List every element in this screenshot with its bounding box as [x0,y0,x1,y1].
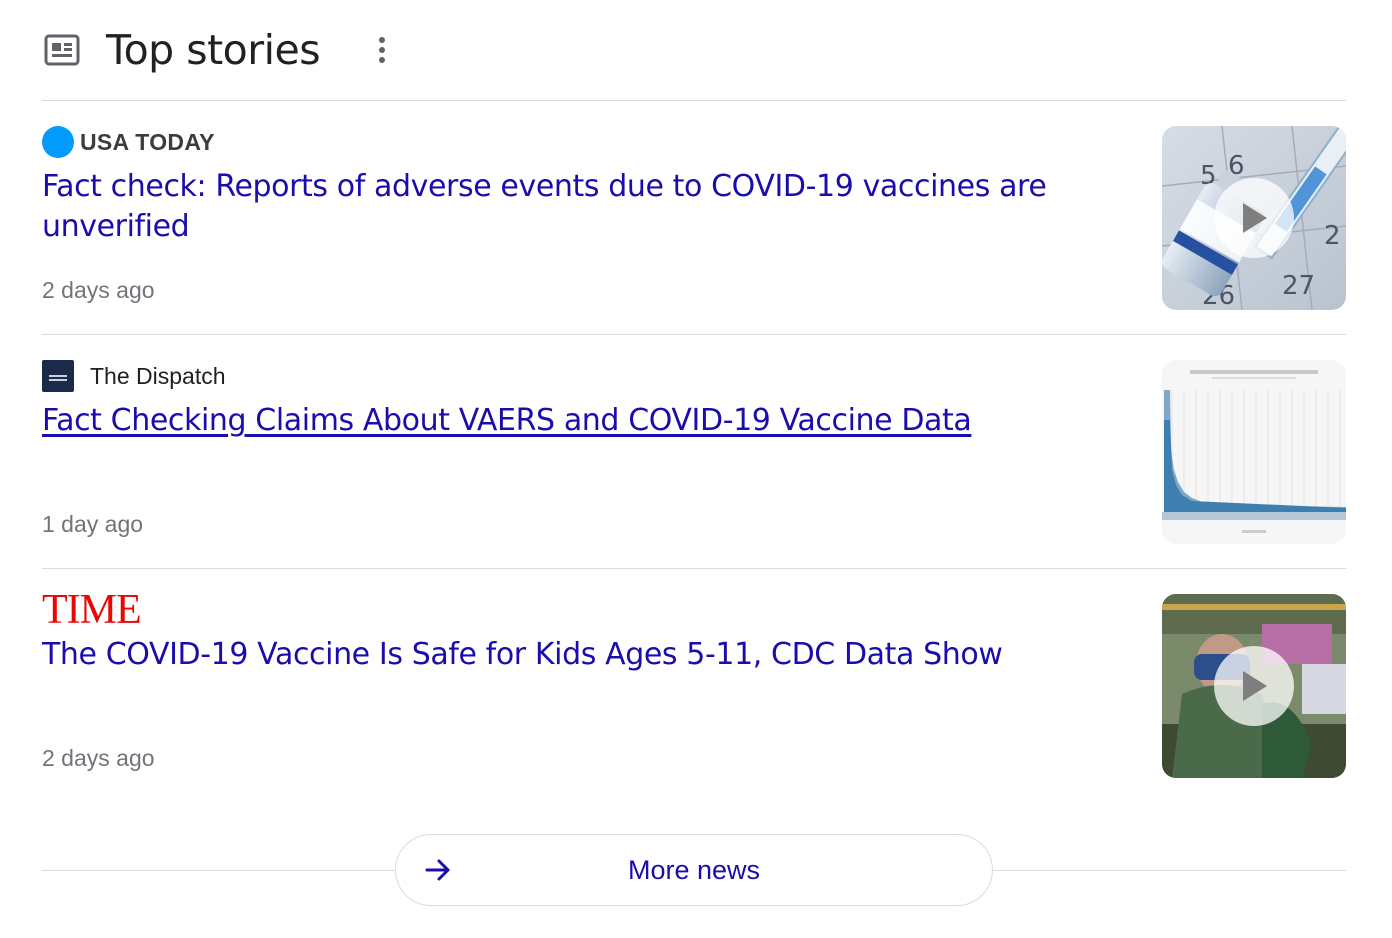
story-card[interactable]: USA TODAY Fact check: Reports of adverse… [42,101,1346,333]
svg-text:27: 27 [1282,271,1315,301]
story-card[interactable]: The Dispatch Fact Checking Claims About … [42,335,1346,567]
usa-today-logo [42,126,74,158]
story-headline[interactable]: The COVID-19 Vaccine Is Safe for Kids Ag… [42,635,1092,675]
story-headline[interactable]: Fact check: Reports of adverse events du… [42,167,1092,247]
svg-text:2: 2 [1324,221,1341,251]
story-headline[interactable]: Fact Checking Claims About VAERS and COV… [42,401,1092,441]
story-thumbnail[interactable] [1162,594,1346,778]
publisher: USA TODAY [42,125,215,159]
story-timestamp: 2 days ago [42,277,155,303]
publisher: TIME [42,587,142,633]
more-vert-icon[interactable] [370,30,394,70]
more-news-label: More news [627,855,761,885]
top-stories-header: Top stories [42,20,394,80]
news-icon [42,30,82,70]
section-title: Top stories [106,26,321,74]
publisher: The Dispatch [42,359,226,393]
story-timestamp: 2 days ago [42,745,155,771]
story-thumbnail[interactable] [1162,360,1346,544]
publisher-name: The Dispatch [90,362,226,389]
story-timestamp: 1 day ago [42,511,144,537]
story-thumbnail[interactable]: 5 6 2 27 26 [1162,126,1346,310]
more-news-row: More news [42,834,1346,906]
the-dispatch-logo [42,360,74,392]
chart-thumbnail-image [1162,360,1346,544]
story-card[interactable]: TIME The COVID-19 Vaccine Is Safe for Ki… [42,569,1346,801]
play-icon[interactable] [1214,178,1294,258]
publisher-name: USA TODAY [80,128,215,155]
more-news-button[interactable]: More news [395,834,993,906]
publisher-name: TIME [42,587,142,633]
play-icon[interactable] [1214,646,1294,726]
